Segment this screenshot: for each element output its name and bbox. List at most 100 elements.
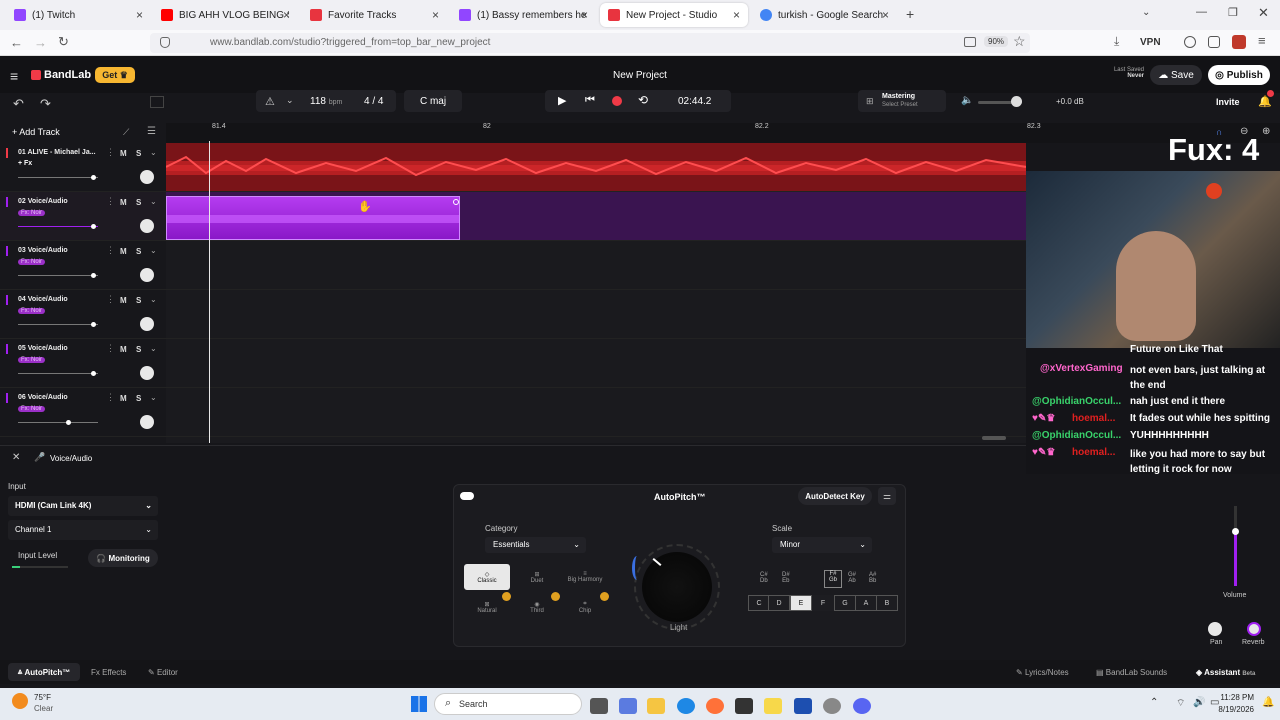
mute-button[interactable]: M (120, 247, 127, 256)
pan-knob[interactable] (140, 268, 154, 282)
copilot-icon[interactable] (619, 698, 637, 714)
track-2[interactable]: 02 Voice/Audio Fx: Noir M S ⋮ ⌄ (0, 192, 166, 241)
key-c-sharp[interactable]: C# Db (760, 572, 768, 584)
mute-button[interactable]: M (120, 345, 127, 354)
track-volume-slider[interactable] (18, 273, 98, 278)
extensions-icon[interactable] (1208, 36, 1220, 48)
pan-knob[interactable] (140, 415, 154, 429)
chrome-icon[interactable] (823, 698, 841, 714)
redo-icon[interactable]: ↷ (40, 96, 51, 112)
word-icon[interactable] (794, 698, 812, 714)
chevron-down-icon[interactable]: ⌄ (150, 295, 157, 304)
track-6[interactable]: 06 Voice/Audio Fx: Noir M S ⋮ ⌄ (0, 388, 166, 437)
menu-icon[interactable]: ≡ (1258, 33, 1266, 48)
close-icon[interactable]: × (283, 8, 290, 22)
more-icon[interactable]: ⋮ (106, 392, 115, 403)
new-tab-icon[interactable]: + (906, 6, 914, 22)
filter-icon[interactable]: ☰ (147, 126, 156, 137)
timeline-ruler[interactable] (166, 123, 1280, 143)
volume-fader-knob[interactable] (1232, 528, 1239, 535)
key-g-sharp[interactable]: G# Ab (848, 572, 856, 584)
pan-knob[interactable] (140, 317, 154, 331)
assistant-button[interactable]: ◈ Assistant Beta (1196, 668, 1255, 677)
speaker-icon[interactable]: 🔈 (961, 95, 973, 106)
lane-track-6[interactable] (166, 388, 1026, 437)
style-big-harmony[interactable]: ≡ Big Harmony (562, 564, 608, 590)
mute-button[interactable]: M (120, 296, 127, 305)
chevron-down-icon[interactable]: ⌄ (286, 95, 294, 106)
zoom-in-icon[interactable]: ⊕ (1262, 126, 1270, 137)
close-icon[interactable]: × (733, 8, 740, 22)
minimize-icon[interactable]: — (1196, 6, 1207, 18)
master-volume-knob[interactable] (1011, 96, 1022, 107)
key-f-sharp[interactable]: F# Gb (824, 570, 842, 588)
track-volume-slider[interactable] (18, 224, 98, 229)
lane-track-4[interactable] (166, 290, 1026, 339)
mute-button[interactable]: M (120, 149, 127, 158)
track-volume-slider[interactable] (18, 322, 98, 327)
more-icon[interactable]: ⋮ (106, 245, 115, 256)
key-e[interactable]: E (790, 595, 812, 611)
more-icon[interactable]: ⋮ (106, 294, 115, 305)
back-icon[interactable]: ← (10, 35, 23, 50)
metronome-icon[interactable]: ⚠ (265, 95, 275, 108)
panel-pan-knob[interactable] (1208, 622, 1222, 636)
fx-badge[interactable]: Fx: Noir (18, 357, 45, 363)
lane-track-5[interactable] (166, 339, 1026, 388)
style-classic[interactable]: ◇ Classic (464, 564, 510, 590)
more-icon[interactable]: ⋮ (106, 343, 115, 354)
fx-badge[interactable]: Fx: Noir (18, 308, 45, 314)
save-button[interactable]: ☁ Save (1150, 65, 1202, 85)
solo-button[interactable]: S (136, 149, 141, 158)
taskbar-clock[interactable]: 11:28 PM (1214, 693, 1254, 702)
publish-button[interactable]: ◎ Publish (1208, 65, 1270, 85)
url-input[interactable]: www.bandlab.com/studio?triggered_from=to… (150, 33, 1030, 53)
get-button[interactable]: Get ♛ (95, 67, 135, 83)
bpm-value[interactable]: 118 bpm (310, 96, 342, 107)
scale-select[interactable]: Minor ⌄ (772, 537, 872, 553)
solo-button[interactable]: S (136, 247, 141, 256)
bandlab-sounds-button[interactable]: ▤ BandLab Sounds (1096, 668, 1167, 677)
task-view-icon[interactable] (590, 698, 608, 714)
key-a[interactable]: A (855, 595, 877, 611)
chevron-down-icon[interactable]: ⌄ (150, 246, 157, 255)
close-icon[interactable]: × (581, 8, 588, 22)
key-f[interactable]: F (812, 595, 834, 611)
time-signature[interactable]: 4 / 4 (364, 96, 383, 107)
zoom-badge[interactable]: 90% (984, 36, 1009, 47)
forward-icon[interactable]: → (34, 35, 47, 50)
loop-icon[interactable]: ⟲ (638, 93, 648, 107)
pan-knob[interactable] (140, 366, 154, 380)
chevron-down-icon[interactable]: ⌄ (150, 393, 157, 402)
solo-button[interactable]: S (136, 296, 141, 305)
wand-icon[interactable]: ⟋ (123, 127, 129, 138)
taskbar-search[interactable]: ⌕ Search (434, 693, 582, 715)
tab-google[interactable]: turkish - Google Search × (752, 3, 897, 27)
playhead[interactable] (209, 141, 210, 443)
tab-twitch-2[interactable]: (1) Bassy remembers he has a y× (451, 3, 596, 27)
wifi-icon[interactable]: ⌔ (1176, 697, 1185, 710)
track-1[interactable]: 01 ALIVE - Michael Ja... + Fx M S ⋮ ⌄ (0, 143, 166, 192)
record-icon[interactable] (612, 96, 622, 106)
close-icon[interactable]: × (136, 8, 143, 22)
extension-icon[interactable] (1232, 35, 1246, 49)
track-volume-slider[interactable] (18, 420, 98, 425)
tab-twitch[interactable]: (1) Twitch × (6, 3, 151, 27)
lyrics-notes-button[interactable]: ✎ Lyrics/Notes (1016, 668, 1069, 677)
tab-effects[interactable]: Fx Effects (91, 668, 126, 677)
volume-icon[interactable]: 🔊 (1193, 697, 1205, 708)
hamburger-menu-icon[interactable]: ≡ (10, 68, 18, 84)
key-d-sharp[interactable]: D# Eb (782, 572, 790, 584)
monitoring-button[interactable]: 🎧 Monitoring (88, 549, 158, 567)
vpn-button[interactable]: VPN (1140, 37, 1161, 48)
category-select[interactable]: Essentials ⌄ (485, 537, 586, 553)
edge-icon[interactable] (677, 698, 695, 714)
key-d[interactable]: D (768, 595, 790, 611)
autopitch-toggle[interactable] (460, 492, 474, 500)
track-volume-slider[interactable] (18, 175, 98, 180)
reader-icon[interactable] (964, 37, 976, 47)
undo-icon[interactable]: ↶ (13, 96, 24, 112)
key-selector[interactable]: C maj (404, 90, 462, 112)
store-icon[interactable] (735, 698, 753, 714)
chevron-up-icon[interactable]: ⌃ (1150, 697, 1158, 708)
